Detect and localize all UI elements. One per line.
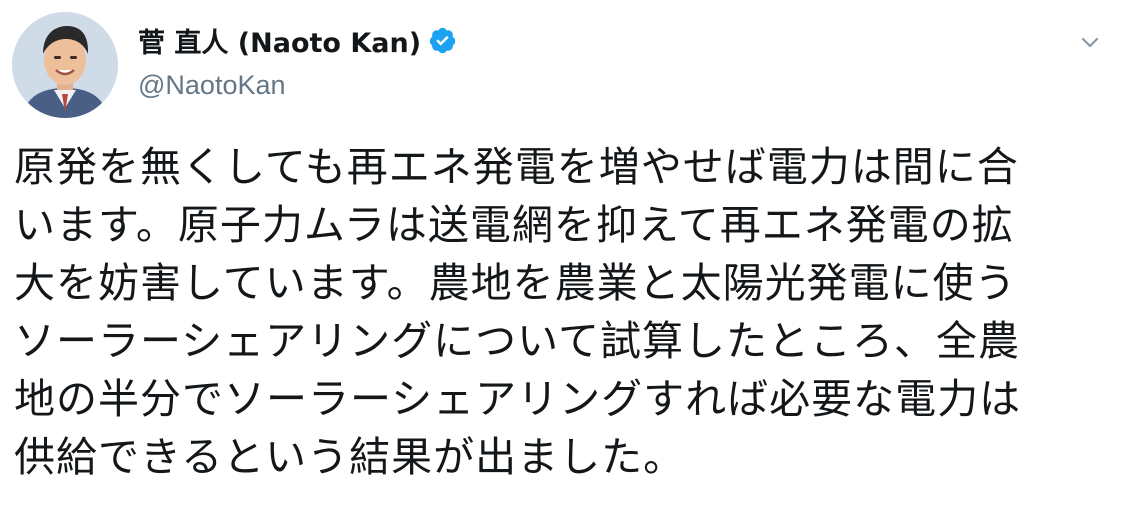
user-handle[interactable]: @NaotoKan [138, 70, 457, 101]
tweet-author: 菅 直人 (Naoto Kan) @NaotoKan [138, 20, 457, 101]
tweet-header: 菅 直人 (Naoto Kan) @NaotoKan [12, 12, 1112, 122]
display-name[interactable]: 菅 直人 (Naoto Kan) [138, 21, 421, 60]
tweet-text: 原発を無くしても再エネ発電を増やせば電力は間に合 います。原子力ムラは送電網を抑… [14, 143, 1022, 481]
verified-badge-icon [428, 26, 457, 55]
chevron-down-icon[interactable] [1078, 30, 1102, 54]
avatar[interactable] [12, 12, 118, 118]
profile-photo-icon [12, 12, 118, 118]
